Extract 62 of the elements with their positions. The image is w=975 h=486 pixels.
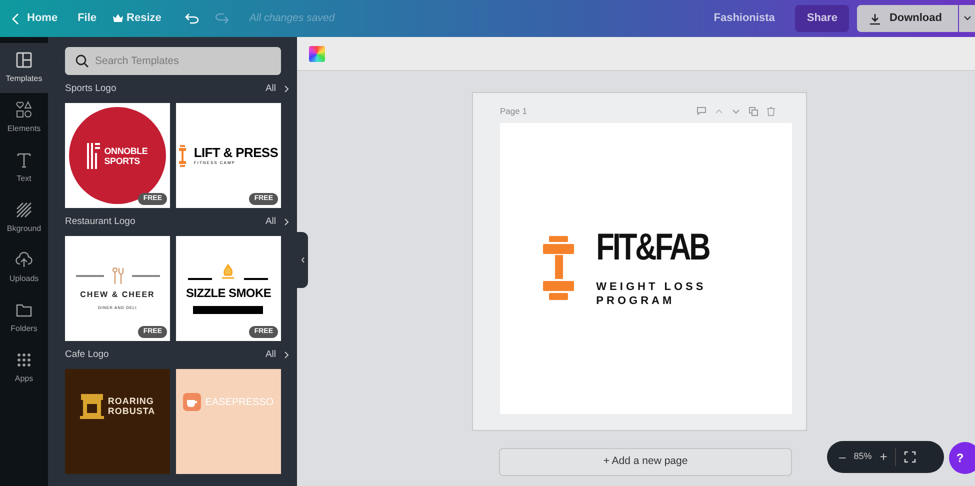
logo-title: LIFT & PRESS: [194, 146, 278, 160]
logo-title: FIT&FAB: [596, 225, 709, 270]
chevron-icon: [284, 351, 289, 359]
zoom-level: 85%: [854, 450, 872, 464]
undo-icon[interactable]: [185, 13, 200, 24]
background-icon: [15, 201, 33, 219]
stripes-icon: [87, 142, 100, 168]
chevron-icon: [300, 257, 304, 263]
trash-icon[interactable]: [767, 106, 775, 116]
dumbbell-icon: [543, 236, 574, 302]
color-picker-swatch[interactable]: [309, 46, 325, 62]
up-icon[interactable]: [715, 108, 723, 114]
sidebar-tab[interactable]: Templates: [0, 43, 48, 93]
help-button[interactable]: ?: [949, 442, 975, 474]
section-title: Sports Logo: [65, 82, 116, 96]
logo-title: CHEW & CHEER: [80, 288, 155, 300]
collapse-panel-button[interactable]: [297, 232, 308, 288]
share-button[interactable]: Share: [794, 5, 850, 32]
chevron-icon: [284, 218, 289, 226]
flame-icon: [220, 264, 236, 280]
save-status: All changes saved: [249, 10, 335, 26]
coffee-machine-icon: [80, 393, 104, 419]
logo-title: SIZZLE SMOKE: [186, 284, 272, 302]
search-icon: [75, 54, 89, 68]
down-icon[interactable]: [732, 108, 740, 114]
design-name[interactable]: Fashionista: [714, 10, 775, 27]
search-field[interactable]: Search Templates: [65, 47, 281, 75]
add-page-button[interactable]: + Add a new page: [499, 448, 792, 476]
menu-button[interactable]: Resize: [104, 10, 170, 27]
zoom-in-button[interactable]: +: [880, 447, 888, 467]
dumbbell-icon: [178, 144, 186, 166]
fullscreen-icon[interactable]: [904, 451, 916, 463]
see-all-link[interactable]: All: [265, 82, 289, 96]
download-button[interactable]: Download: [857, 5, 958, 32]
logo-text: EASEPRESSO: [205, 396, 274, 410]
template-card[interactable]: ROARING ROBUSTA: [65, 369, 170, 474]
back-icon: [12, 12, 19, 24]
caret-icon: [964, 16, 970, 21]
ribbon-bar: [193, 306, 264, 314]
see-all-link[interactable]: All: [265, 348, 289, 362]
crown-icon: [112, 14, 123, 23]
templates-icon: [15, 51, 33, 69]
duplicate-icon[interactable]: [749, 106, 758, 116]
comment-icon[interactable]: [697, 107, 706, 115]
coffee-cup-icon: [183, 393, 202, 411]
logo-text: ONNOBLE SPORTS: [104, 146, 148, 166]
logo-subtitle: WEIGHT LOSS PROGRAM: [596, 280, 708, 308]
logo-text: ROARING ROBUSTA: [108, 396, 156, 416]
elements-icon: [15, 101, 33, 119]
apps-icon: [15, 351, 33, 369]
download-options-button[interactable]: [959, 5, 975, 32]
utensils-icon: [112, 266, 124, 284]
uploads-icon: [15, 251, 33, 269]
see-all-link[interactable]: All: [265, 214, 289, 230]
chevron-icon: [284, 85, 289, 93]
text-icon: [15, 151, 33, 169]
section-title: Restaurant Logo: [65, 214, 136, 229]
zoom-out-button[interactable]: –: [839, 448, 846, 466]
section-title: Cafe Logo: [65, 348, 109, 362]
download-icon: [869, 12, 882, 24]
page-label: Page 1: [500, 104, 527, 118]
design-canvas[interactable]: FIT&FAB WEIGHT LOSS PROGRAM: [500, 123, 792, 414]
